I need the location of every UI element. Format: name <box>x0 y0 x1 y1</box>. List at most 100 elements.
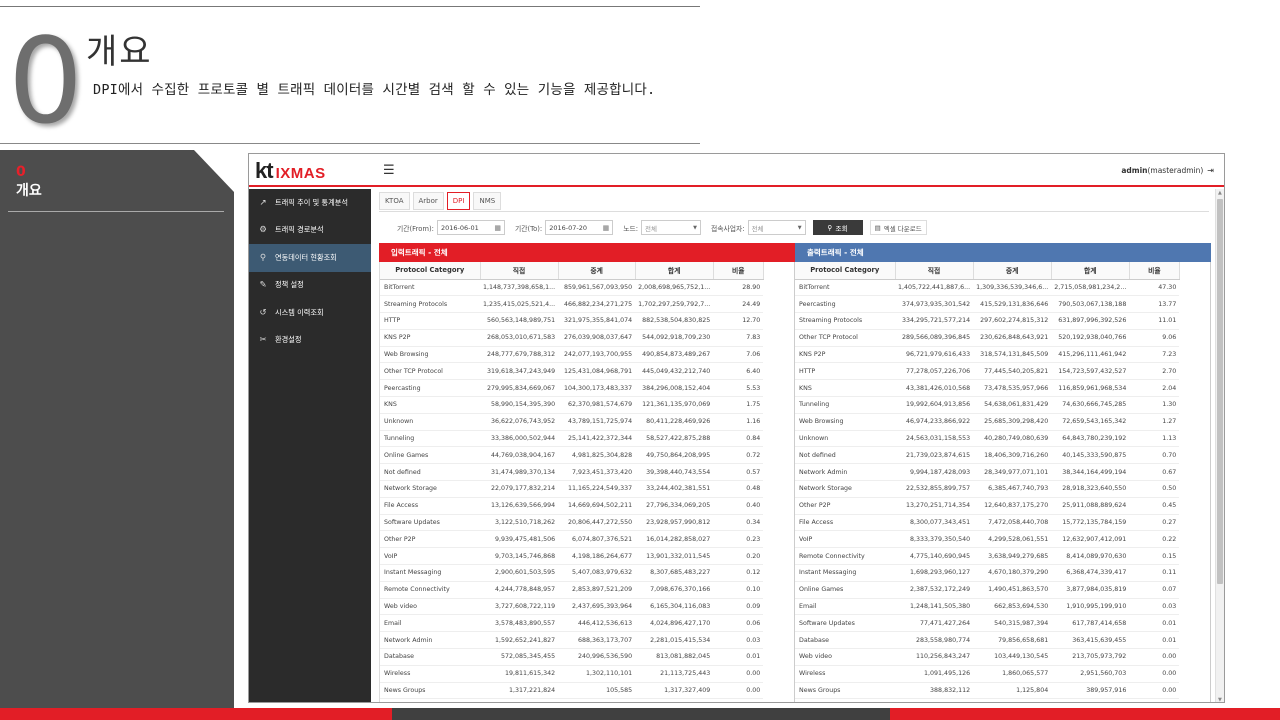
table-row[interactable]: File Access 13,126,639,566,994 14,669,694,… <box>380 497 764 515</box>
excel-download-button[interactable]: ▤ 엑셀 다운로드 <box>869 220 927 235</box>
table-row[interactable]: Web Browsing 46,974,233,866,922 25,685,309… <box>795 413 1180 431</box>
table-row[interactable]: KNS 43,381,426,010,568 73,478,535,957,966 1… <box>795 379 1180 398</box>
direct-cell: 268,053,010,671,583 <box>480 329 559 347</box>
col-total[interactable]: 합계 <box>635 262 714 280</box>
table-row[interactable]: Not defined 31,474,989,370,134 7,923,451,3… <box>380 463 764 482</box>
sidebar-item-history[interactable]: ↺ 시스템 이력조회 <box>249 299 371 327</box>
site-select[interactable]: 전체 ▼ <box>747 220 806 235</box>
table-row[interactable]: Other P2P 13,270,251,714,354 12,640,837,17… <box>795 497 1180 515</box>
calendar-icon[interactable]: ▦ <box>603 224 610 232</box>
sidebar-item-policy[interactable]: ✎ 정책 설정 <box>249 272 371 300</box>
table-row[interactable]: Other P2P 9,939,475,481,506 6,074,807,376,… <box>380 530 764 549</box>
direct-cell: 1,091,495,126 <box>895 665 974 683</box>
table-row[interactable]: Peercasting 374,973,935,301,542 415,529,13… <box>795 295 1180 314</box>
protocol-category-cell: News Groups <box>795 682 895 700</box>
table-row[interactable]: Web video 110,256,843,247 103,449,130,545 2… <box>795 648 1180 666</box>
table-row[interactable]: File Access 8,300,077,343,451 7,472,058,44… <box>795 514 1180 532</box>
node-select[interactable]: 전체 ▼ <box>641 220 702 235</box>
table-row[interactable]: Not defined 21,739,023,874,615 18,406,309,… <box>795 446 1180 465</box>
outbound-table-wrap[interactable]: Protocol Category 직접 중계 합계 비율 BitTorrent… <box>795 262 1211 702</box>
table-row[interactable]: Email 1,248,141,505,380 662,853,694,530 1,9… <box>795 598 1180 616</box>
col-direct[interactable]: 직접 <box>895 262 974 280</box>
col-ratio[interactable]: 비율 <box>713 262 764 280</box>
logout-icon[interactable]: ⇥ <box>1207 166 1214 175</box>
hamburger-icon[interactable]: ☰ <box>383 163 395 178</box>
scroll-up-icon[interactable]: ▲ <box>1218 190 1222 196</box>
col-relay[interactable]: 중계 <box>558 262 636 280</box>
col-direct[interactable]: 직접 <box>480 262 559 280</box>
app-screenshot: kt IXMAS ☰ admin(masteradmin) ⇥ ↗ 트래픽 추이… <box>248 153 1225 703</box>
table-row[interactable]: HTTP 77,278,057,226,706 77,445,540,205,821… <box>795 362 1180 381</box>
protocol-category-cell: Online Games <box>380 446 480 465</box>
table-row[interactable]: Wireless 1,091,495,126 1,860,065,577 2,951,… <box>795 665 1180 683</box>
table-row[interactable]: Online Games 2,387,532,172,249 1,490,451,8… <box>795 581 1180 599</box>
table-row[interactable]: Web video 3,727,608,722,119 2,437,695,393,… <box>380 598 764 616</box>
tab-dpi[interactable]: DPI <box>446 192 471 210</box>
scroll-thumb[interactable] <box>1217 199 1223 584</box>
tab-ktoa[interactable]: KTOA <box>379 192 410 210</box>
table-row[interactable]: News Groups 388,832,112 1,125,804 389,957,9… <box>795 682 1180 700</box>
scroll-down-icon[interactable]: ▼ <box>1218 697 1222 702</box>
col-protocol-category[interactable]: Protocol Category <box>380 262 481 280</box>
table-row[interactable]: News Groups 1,317,221,824 105,585 1,317,327… <box>380 682 764 700</box>
table-row[interactable]: KNS P2P 96,721,979,616,433 318,574,131,845… <box>795 346 1180 364</box>
table-row[interactable]: Other TCP Protocol 319,618,347,243,949 125… <box>380 362 764 381</box>
col-relay[interactable]: 중계 <box>973 262 1052 280</box>
table-row[interactable]: Streaming Protocols 334,295,721,577,214 29… <box>795 312 1180 330</box>
table-row[interactable]: KNS 58,990,154,395,390 62,370,981,574,679 1… <box>380 396 764 414</box>
table-row[interactable]: Other TCP Protocol 289,566,089,396,845 230… <box>795 329 1180 347</box>
direct-cell: 4,244,778,848,957 <box>480 581 559 599</box>
sidebar-item-settings[interactable]: ✂ 환경설정 <box>249 327 371 355</box>
table-row[interactable]: HTTP 560,563,148,989,751 321,975,355,841,0… <box>380 312 764 330</box>
col-ratio[interactable]: 비율 <box>1129 262 1180 280</box>
table-row[interactable]: Peercasting 279,995,834,669,067 104,300,17… <box>380 379 764 398</box>
outbound-panel-title: 출력트래픽 - 전체 <box>795 243 1211 262</box>
table-row[interactable]: Tunneling 19,992,604,913,856 54,638,061,83… <box>795 396 1180 414</box>
calendar-icon[interactable]: ▦ <box>494 224 501 232</box>
table-row[interactable]: Software Updates 3,122,510,718,262 20,806,… <box>380 514 764 532</box>
protocol-category-cell: KNS P2P <box>380 329 480 347</box>
table-row[interactable]: Network Storage 22,532,855,899,757 6,385,4… <box>795 480 1180 498</box>
table-row[interactable]: Unknown 24,563,031,158,553 40,280,749,080,… <box>795 430 1180 448</box>
inbound-table-wrap[interactable]: Protocol Category 직접 중계 합계 비율 BitTorrent… <box>379 262 795 702</box>
table-row[interactable]: Wireless 19,811,615,342 1,302,110,101 21,11… <box>380 665 764 683</box>
table-header-row: Protocol Category 직접 중계 합계 비율 <box>795 262 1180 280</box>
page-scrollbar[interactable]: ▲ ▼ <box>1215 189 1224 702</box>
table-row[interactable]: BitTorrent 1,405,722,441,887,6... 1,309,33… <box>795 279 1180 297</box>
sidebar-item-integration-data[interactable]: ⚲ 연동데이터 현황조회 <box>249 244 371 272</box>
table-row[interactable]: Network Storage 22,079,177,832,214 11,165,… <box>380 480 764 498</box>
table-row[interactable]: Web Browsing 248,777,679,788,312 242,077,1… <box>380 346 764 364</box>
protocol-category-cell: Online Games <box>795 581 895 599</box>
relay-cell: 242,077,193,700,955 <box>558 346 636 364</box>
table-row[interactable]: Instant Messaging 1,698,293,960,127 4,670,… <box>795 564 1180 582</box>
col-protocol-category[interactable]: Protocol Category <box>795 262 896 280</box>
sidebar-item-traffic-trend[interactable]: ↗ 트래픽 추이 및 통계분석 <box>249 189 371 217</box>
table-row[interactable]: Instant Messaging 2,900,601,503,595 5,407,… <box>380 564 764 582</box>
total-cell: 490,854,873,489,267 <box>635 346 714 364</box>
table-row[interactable]: Database 572,085,345,455 240,996,536,590 81… <box>380 648 764 666</box>
to-date-field[interactable]: 2016-07-20 ▦ <box>545 220 614 235</box>
table-row[interactable]: BitTorrent 1,148,737,398,658,1... 859,961,… <box>380 279 764 297</box>
table-row[interactable]: Network Admin 9,994,187,428,093 28,349,977… <box>795 463 1180 482</box>
app-logo[interactable]: kt IXMAS <box>255 158 326 184</box>
table-row[interactable]: Remote Connectivity 4,244,778,848,957 2,85… <box>380 581 764 599</box>
table-row[interactable]: Online Games 44,769,038,904,167 4,981,825,… <box>380 446 764 465</box>
search-button[interactable]: ⚲ 조회 <box>812 220 863 235</box>
table-row[interactable]: VoIP 9,703,145,746,868 4,198,186,264,677 13… <box>380 547 764 566</box>
table-row[interactable]: Network Admin 1,592,652,241,827 688,363,17… <box>380 631 764 650</box>
table-row[interactable]: Unknown 36,622,076,743,952 43,789,151,725,… <box>380 413 764 431</box>
table-row[interactable]: Tunneling 33,386,000,502,944 25,141,422,37… <box>380 430 764 448</box>
table-row[interactable]: KNS P2P 268,053,010,671,583 276,039,908,03… <box>380 329 764 347</box>
total-cell: 4,024,896,427,170 <box>635 614 714 633</box>
table-row[interactable]: Software Updates 77,471,427,264 540,315,98… <box>795 614 1180 633</box>
tab-nms[interactable]: NMS <box>473 192 502 210</box>
tab-arbor[interactable]: Arbor <box>412 192 444 210</box>
table-row[interactable]: Email 3,578,483,890,557 446,412,536,613 4,0… <box>380 614 764 633</box>
from-date-field[interactable]: 2016-06-01 ▦ <box>436 220 505 235</box>
table-row[interactable]: Remote Connectivity 4,775,140,690,945 3,63… <box>795 547 1180 566</box>
table-row[interactable]: Database 283,558,980,774 79,856,658,681 363… <box>795 631 1180 650</box>
col-total[interactable]: 합계 <box>1051 262 1130 280</box>
table-row[interactable]: VoIP 8,333,379,350,540 4,299,528,061,551 12… <box>795 530 1180 549</box>
table-row[interactable]: Streaming Protocols 1,235,415,025,521,4..… <box>380 295 764 314</box>
sidebar-item-traffic-route[interactable]: ⚙ 트래픽 경로분석 <box>249 217 371 245</box>
